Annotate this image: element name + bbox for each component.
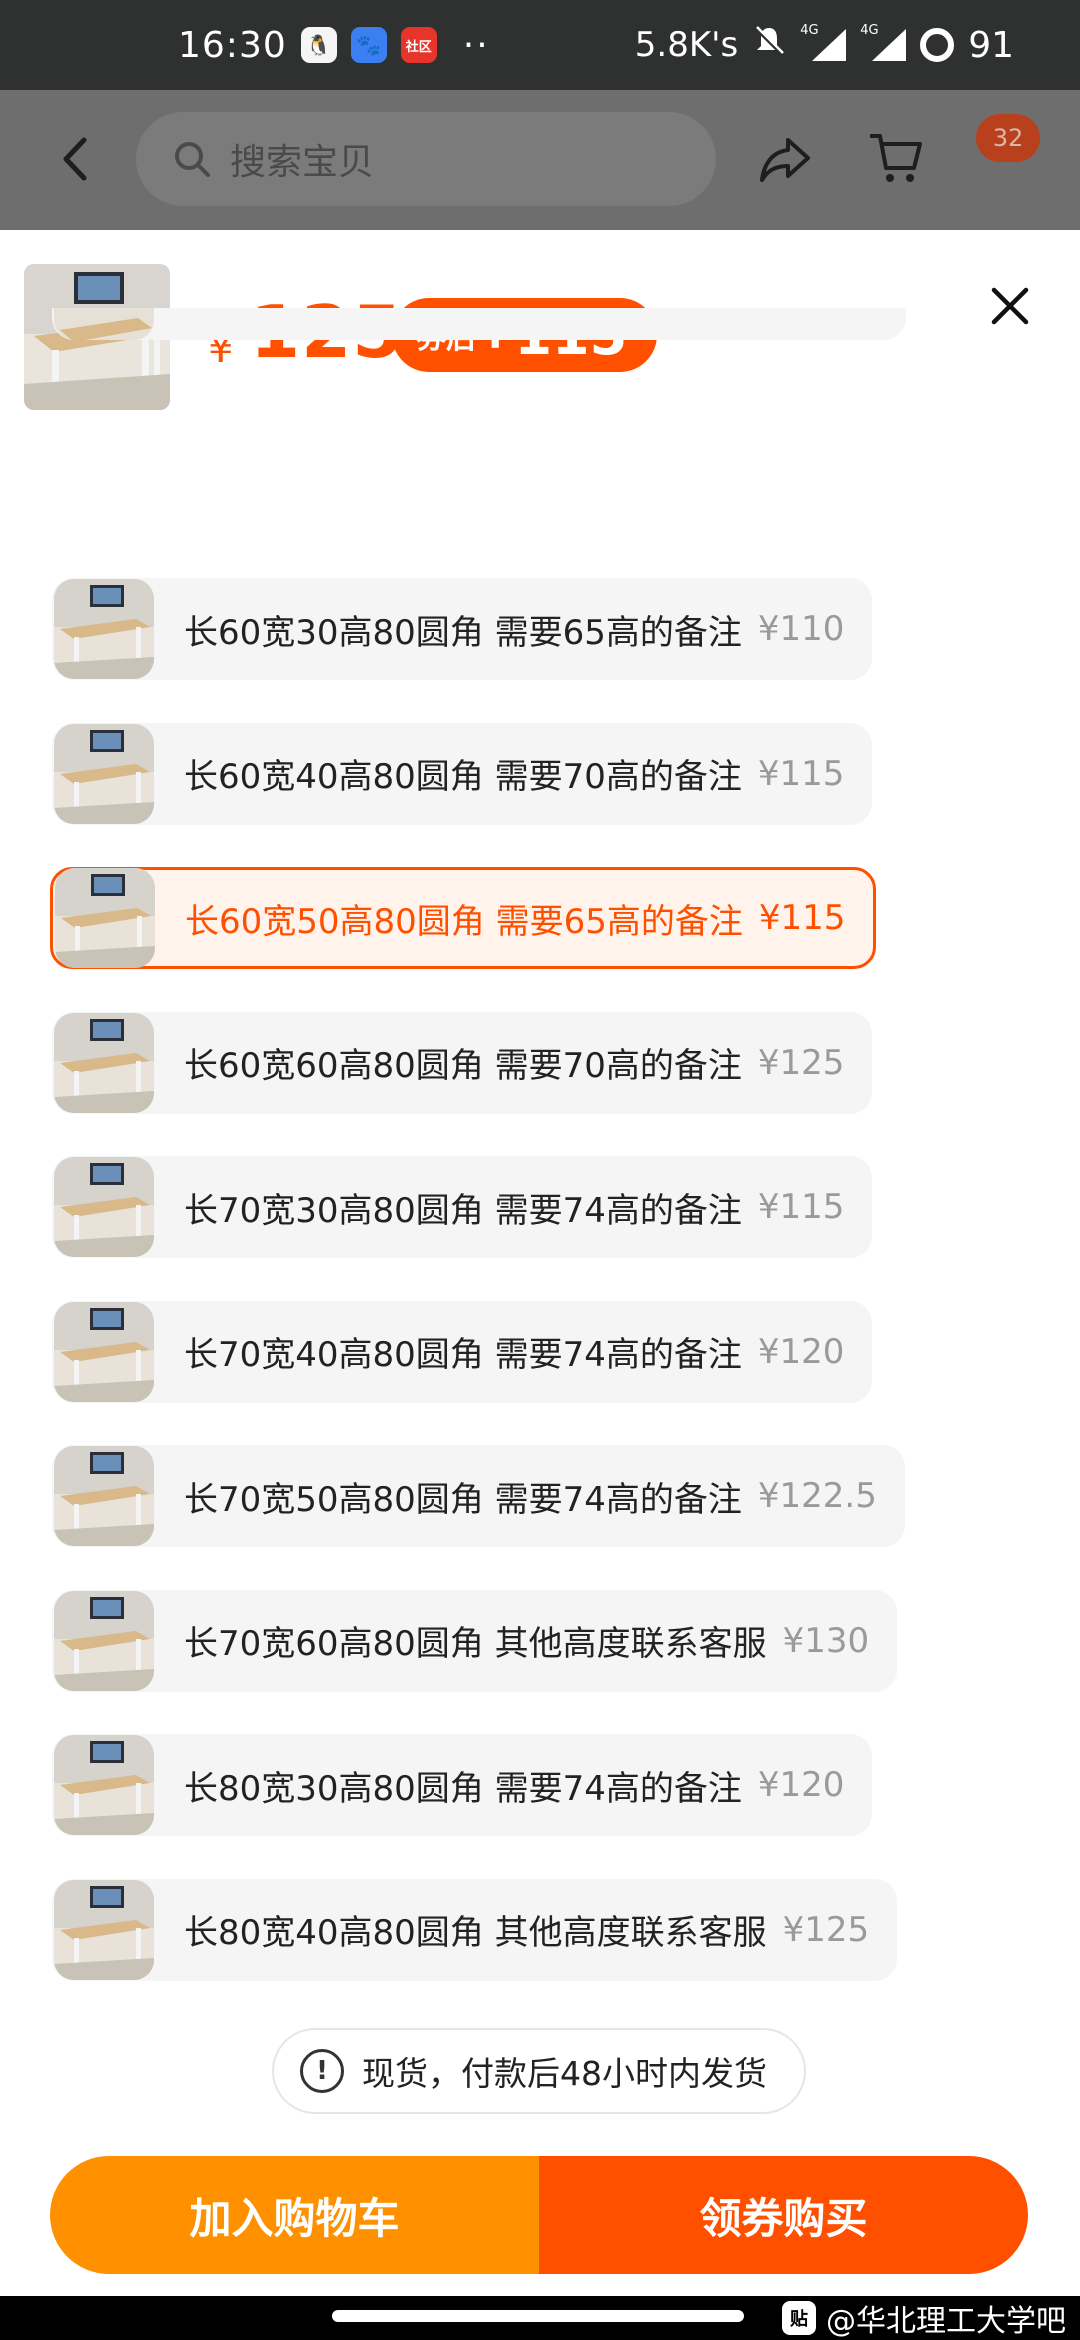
status-bar: 16:30 🐧 🐾 社区 ·· 5.8K's 4G 4G 91 — [0, 0, 1080, 90]
battery-icon — [920, 28, 955, 62]
close-button[interactable] — [990, 286, 1030, 326]
top-navigation: 搜索宝贝 32 — [0, 90, 1080, 230]
sku-option-selected[interactable]: 长60宽50高80圆角 需要65高的备注 ¥115 — [50, 867, 877, 969]
sku-option-name: 长70宽60高80圆角 其他高度联系客服 — [184, 1624, 767, 1664]
sku-option-name: 长80宽30高80圆角 需要74高的备注 — [184, 1768, 742, 1809]
sku-option[interactable]: 长60宽60高80圆角 需要70高的备注 ¥125 — [52, 1011, 873, 1114]
sku-option-price: ¥122.5 — [757, 1476, 877, 1516]
sku-selection-sheet: ¥ 125 券后 ¥ 115 长60宽30高80圆角 需要65高的备注¥110 … — [0, 230, 1080, 2296]
network-speed: 5.8K's — [634, 25, 739, 65]
cart-icon — [870, 134, 922, 182]
sku-option-thumbnail — [54, 1735, 154, 1835]
sku-option-thumbnail — [54, 723, 154, 824]
battery-level: 91 — [968, 24, 1014, 66]
sku-option-name: 长60宽30高80圆角 需要65高的备注 — [184, 612, 742, 653]
back-button[interactable] — [56, 134, 96, 184]
sku-option-thumbnail — [54, 579, 154, 679]
desk-image — [54, 1446, 154, 1546]
sku-option-price: ¥115 — [757, 1187, 845, 1227]
sku-option-price: ¥125 — [757, 1042, 845, 1083]
sku-option-name: 长80宽40高80圆角 其他高度联系客服 — [184, 1913, 767, 1953]
sku-option-price: ¥115 — [758, 898, 846, 938]
sku-option-thumbnail — [55, 868, 155, 968]
signal-icon-1: 4G — [800, 23, 847, 63]
desk-image — [54, 1879, 154, 1980]
tieba-logo-icon: 贴 — [782, 2301, 816, 2335]
cart-button[interactable] — [868, 130, 924, 186]
sku-option-price: ¥115 — [757, 753, 845, 794]
stock-notice: ! 现货，付款后48小时内发货 — [272, 2028, 806, 2114]
community-icon: 社区 — [400, 27, 437, 63]
info-icon: ! — [300, 2049, 344, 2093]
desk-image — [54, 1590, 154, 1691]
desk-image — [54, 1301, 154, 1402]
sku-option-thumbnail — [54, 1446, 154, 1546]
stock-notice-text: 现货，付款后48小时内发货 — [362, 2054, 767, 2093]
sku-option[interactable]: 长70宽50高80圆角 需要74高的备注 ¥122.5 — [52, 1445, 905, 1547]
sku-option-thumbnail — [54, 1157, 154, 1257]
sku-option-name: 长70宽50高80圆角 需要74高的备注 — [184, 1479, 742, 1520]
desk-image — [54, 1735, 154, 1835]
desk-image — [54, 579, 154, 679]
home-indicator[interactable] — [332, 2310, 744, 2322]
sku-option[interactable]: 长60宽40高80圆角 需要70高的备注 ¥115 — [52, 722, 873, 825]
sku-option-thumbnail — [54, 1012, 154, 1113]
cart-count-badge: 32 — [976, 114, 1040, 162]
more-notifications-icon: ·· — [462, 24, 490, 66]
desk-image — [55, 868, 155, 968]
sku-option[interactable]: 长80宽30高80圆角 需要74高的备注 ¥120 — [52, 1734, 873, 1836]
system-navigation-bar: 贴 @华北理工大学吧 — [0, 2296, 1080, 2340]
share-button[interactable] — [758, 134, 812, 184]
status-left: 16:30 🐧 🐾 社区 ·· — [178, 0, 490, 90]
baidu-icon: 🐾 — [350, 27, 387, 63]
desk-image — [54, 1012, 154, 1113]
search-icon — [175, 142, 210, 177]
mute-icon — [752, 24, 786, 67]
sku-option-name: 长60宽60高80圆角 需要70高的备注 — [184, 1046, 742, 1086]
desk-image — [54, 1157, 154, 1257]
sku-option-price: ¥125 — [782, 1909, 870, 1950]
watermark-text: @华北理工大学吧 — [826, 2304, 1066, 2339]
sku-option-thumbnail — [54, 1590, 154, 1691]
search-input[interactable]: 搜索宝贝 — [136, 112, 716, 206]
sku-option-price: ¥120 — [757, 1765, 845, 1805]
add-to-cart-button[interactable]: 加入购物车 — [50, 2156, 539, 2274]
desk-image — [54, 723, 154, 824]
sku-option-price: ¥130 — [782, 1620, 870, 1661]
sku-option[interactable]: 长70宽40高80圆角 需要74高的备注 ¥120 — [52, 1300, 873, 1403]
sku-option-price: ¥110 — [757, 609, 845, 649]
sku-option-price: ¥120 — [757, 1331, 845, 1372]
status-time: 16:30 — [178, 24, 287, 66]
chevron-left-icon — [63, 137, 87, 181]
close-icon — [991, 287, 1029, 325]
watermark: 贴 @华北理工大学吧 — [782, 2296, 1066, 2340]
sku-option[interactable]: 长70宽60高80圆角 其他高度联系客服 ¥130 — [52, 1589, 898, 1692]
search-placeholder: 搜索宝贝 — [230, 142, 375, 183]
sku-option[interactable]: 长70宽30高80圆角 需要74高的备注 ¥115 — [52, 1156, 873, 1258]
sku-option-name: 长60宽50高80圆角 需要65高的备注 — [185, 901, 743, 942]
buy-with-coupon-button[interactable]: 领券购买 — [539, 2156, 1028, 2274]
sku-option[interactable]: 长60宽30高80圆角 需要65高的备注 ¥110 — [52, 578, 873, 680]
share-icon — [760, 138, 810, 182]
signal-icon-2: 4G — [860, 23, 907, 63]
sku-option[interactable]: 长80宽40高80圆角 其他高度联系客服 ¥125 — [52, 1878, 898, 1981]
sku-option-thumbnail — [54, 1301, 154, 1402]
sku-option-name: 长60宽40高80圆角 需要70高的备注 — [184, 757, 742, 797]
qq-icon: 🐧 — [300, 27, 337, 63]
sku-option-name: 长70宽40高80圆角 需要74高的备注 — [184, 1335, 742, 1375]
sku-option-name: 长70宽30高80圆角 需要74高的备注 — [184, 1190, 742, 1231]
action-bar: 加入购物车 领券购买 — [50, 2156, 1028, 2274]
status-right: 5.8K's 4G 4G 91 — [635, 0, 1014, 90]
sku-option-thumbnail — [54, 1879, 154, 1980]
